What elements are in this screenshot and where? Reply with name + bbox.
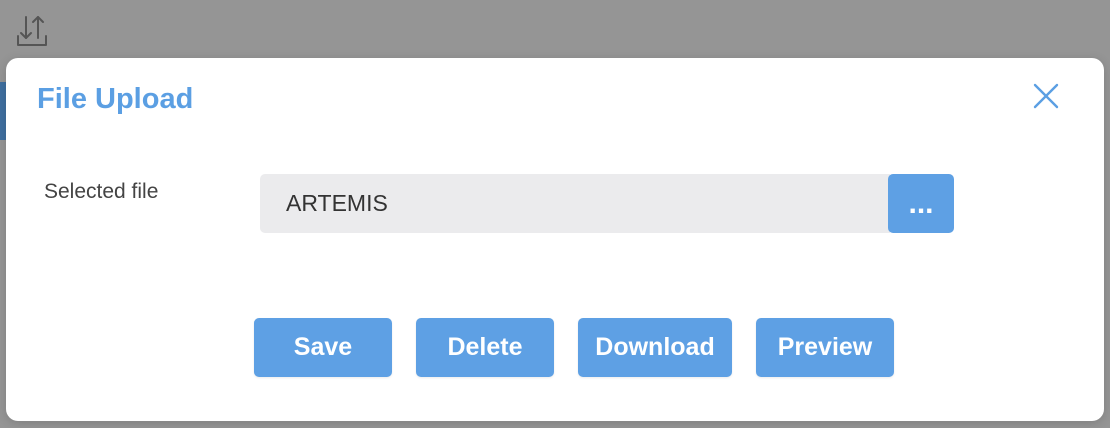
close-icon — [1033, 83, 1059, 109]
save-button[interactable]: Save — [254, 318, 392, 377]
browse-button[interactable]: ... — [888, 174, 954, 233]
dialog-title: File Upload — [37, 83, 194, 115]
preview-button[interactable]: Preview — [756, 318, 894, 377]
delete-button[interactable]: Delete — [416, 318, 554, 377]
close-button[interactable] — [1030, 80, 1062, 112]
selected-file-label: Selected file — [44, 180, 159, 203]
selected-file-input[interactable] — [260, 174, 890, 233]
file-upload-dialog: File Upload Selected file ... Save Delet… — [6, 58, 1104, 421]
upload-icon[interactable] — [15, 14, 49, 48]
download-button[interactable]: Download — [578, 318, 732, 377]
